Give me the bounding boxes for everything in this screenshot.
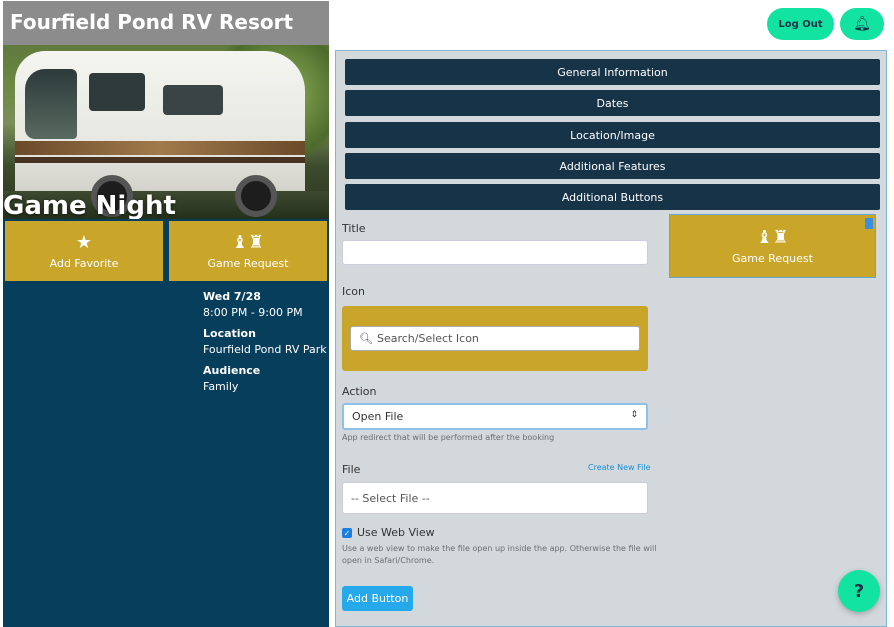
search-icon: 🔍︎	[359, 332, 373, 345]
game-request-tile[interactable]: ♝♜ Game Request	[169, 221, 327, 281]
create-new-file-link[interactable]: Create New File	[588, 463, 651, 472]
icon-picker: 🔍︎ Search/Select Icon	[342, 306, 648, 371]
rv-window	[163, 85, 223, 115]
preview-label: Game Request	[732, 252, 813, 265]
check-icon: ✓	[343, 528, 351, 538]
icon-label: Icon	[342, 285, 365, 298]
rv-stripe	[15, 141, 305, 155]
action-select[interactable]: Open File ⇕	[342, 403, 648, 430]
chess-icon: ♝♜	[756, 227, 789, 248]
title-label: Title	[342, 222, 366, 235]
accordion-additional-features[interactable]: Additional Features	[345, 153, 880, 179]
event-panel: Fourfield Pond RV Resort Game Night ★ Ad…	[3, 1, 329, 627]
event-time: 8:00 PM - 9:00 PM	[203, 306, 303, 319]
event-date: Wed 7/28	[203, 290, 261, 303]
title-input[interactable]	[342, 240, 648, 265]
add-button[interactable]: Add Button	[342, 586, 413, 611]
file-select[interactable]: -- Select File --	[342, 482, 648, 514]
event-location: Fourfield Pond RV Park	[203, 343, 327, 356]
rv-wheel	[235, 175, 277, 217]
resort-name: Fourfield Pond RV Resort	[3, 1, 329, 45]
event-image: Game Night	[3, 45, 329, 219]
chess-icon: ♝♜	[231, 231, 265, 253]
action-help-text: App redirect that will be performed afte…	[342, 433, 555, 442]
star-icon: ★	[75, 231, 93, 253]
bell-icon: 🔔︎	[853, 16, 871, 32]
webview-help-line2: open in Safari/Chrome.	[342, 556, 435, 565]
use-web-view-label: Use Web View	[357, 526, 435, 539]
add-favorite-label: Add Favorite	[49, 256, 119, 270]
event-audience: Family	[203, 380, 239, 393]
audience-label: Audience	[203, 364, 261, 377]
rv-window	[89, 73, 145, 111]
event-details: Wed 7/28 8:00 PM - 9:00 PM Location Four…	[203, 289, 327, 400]
location-label: Location	[203, 327, 256, 340]
file-label: File	[342, 463, 361, 476]
use-web-view-checkbox[interactable]: ✓	[342, 528, 352, 538]
accordion-additional-buttons[interactable]: Additional Buttons	[345, 184, 880, 210]
action-selected-value: Open File	[352, 410, 404, 423]
action-label: Action	[342, 385, 377, 398]
icon-search-placeholder: Search/Select Icon	[376, 332, 479, 345]
trash-icon[interactable]	[865, 218, 873, 229]
notifications-button[interactable]: 🔔︎	[840, 8, 884, 40]
accordion-general-information[interactable]: General Information	[345, 59, 880, 85]
webview-help-line1: Use a web view to make the file open up …	[342, 544, 657, 553]
page: Fourfield Pond RV Resort Game Night ★ Ad…	[0, 0, 894, 627]
event-title: Game Night	[3, 191, 176, 219]
rv-windshield	[25, 69, 77, 139]
accordion-dates[interactable]: Dates	[345, 90, 880, 116]
help-button[interactable]: ?	[838, 570, 880, 612]
accordion-location-image[interactable]: Location/Image	[345, 122, 880, 148]
logout-button[interactable]: Log Out	[767, 8, 834, 40]
button-preview-game-request[interactable]: ♝♜ Game Request	[669, 214, 876, 278]
rv-stripe	[15, 157, 305, 163]
event-action-tiles: ★ Add Favorite ♝♜ Game Request	[3, 219, 329, 281]
game-request-label: Game Request	[207, 256, 289, 270]
icon-search-input[interactable]: 🔍︎ Search/Select Icon	[350, 326, 640, 351]
button-editor-panel: General Information Dates Location/Image…	[335, 50, 887, 627]
select-caret-icon: ⇕	[630, 410, 638, 420]
add-favorite-tile[interactable]: ★ Add Favorite	[5, 221, 163, 281]
